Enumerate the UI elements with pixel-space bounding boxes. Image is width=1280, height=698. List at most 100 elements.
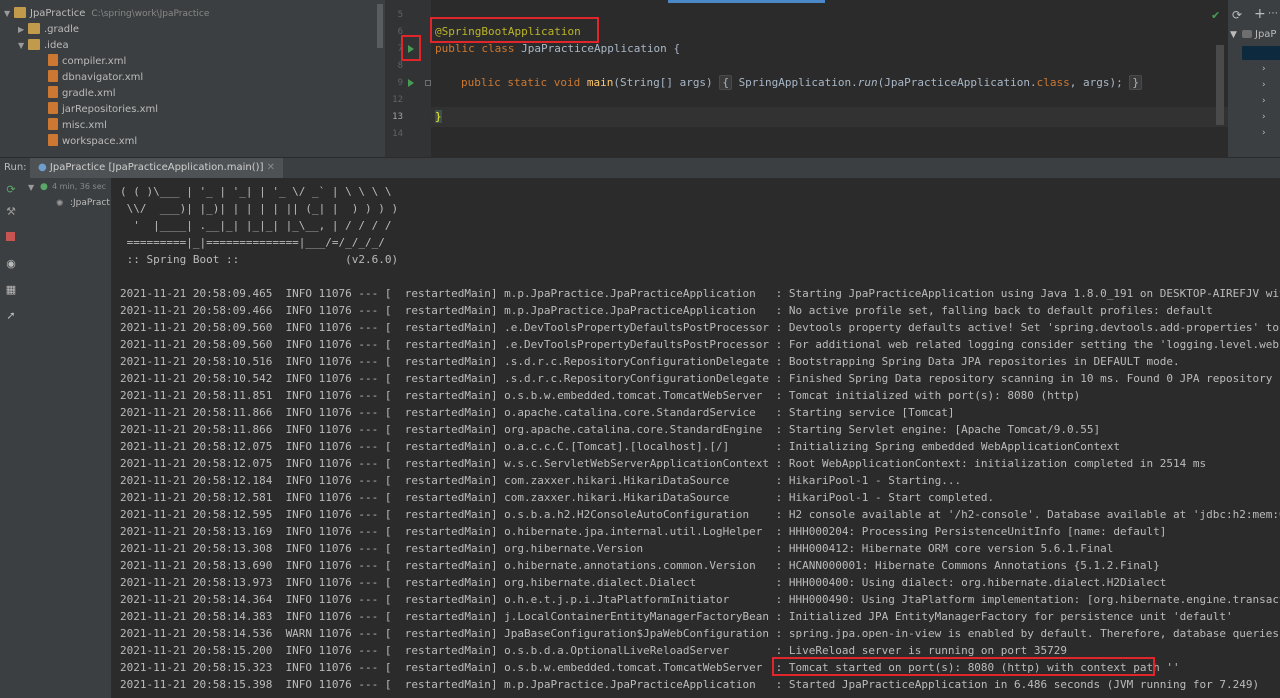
log-line: 2021-11-21 20:58:14.383 INFO 11076 --- [… — [120, 610, 1233, 623]
line-number: 8 — [397, 61, 403, 71]
log-line: 2021-11-21 20:58:12.075 INFO 11076 --- [… — [120, 457, 1207, 470]
line-number: 13 — [392, 112, 403, 122]
editor-scrollbar[interactable] — [1216, 45, 1224, 125]
call-text: (JpaPracticeApplication. — [877, 76, 1037, 89]
code-line: public static void main(String[] args) {… — [461, 75, 1142, 90]
xml-file-icon — [48, 118, 58, 130]
run-tree-item[interactable]: :JpaPract — [70, 198, 110, 208]
refresh-icon[interactable]: ⟳ — [1232, 8, 1242, 22]
tree-item-label: dbnavigator.xml — [62, 72, 144, 83]
code-editor[interactable]: 5 6 7 8 9 12 13 14 @SpringBootApplicatio… — [385, 0, 1228, 157]
line-number: 9 — [397, 78, 403, 88]
right-panel-label: JpaP — [1255, 29, 1277, 40]
run-tree: ▼ ● 4 min, 36 sec ✺ :JpaPract — [22, 178, 111, 698]
gradle-icon — [1242, 30, 1252, 38]
tree-item-label: workspace.xml — [62, 136, 138, 147]
layout-icon[interactable]: ▦ — [5, 284, 17, 296]
run-tab-title: JpaPractice [JpaPracticeApplication.main… — [49, 162, 264, 173]
tree-item-label: .idea — [44, 40, 69, 51]
wrench-icon[interactable]: ⚒ — [5, 206, 17, 218]
call-text: SpringApplication. — [738, 76, 858, 89]
run-main-icon[interactable] — [408, 79, 414, 87]
line-number: 12 — [392, 95, 403, 105]
spring-icon: ● — [38, 162, 47, 173]
log-line: 2021-11-21 20:58:13.973 INFO 11076 --- [… — [120, 576, 1167, 589]
tree-item[interactable]: compiler.xml — [48, 54, 126, 70]
tree-item[interactable]: dbnavigator.xml — [48, 70, 143, 86]
method-name: main — [586, 76, 614, 89]
more-icon[interactable]: ⋯ — [1268, 8, 1278, 19]
log-line: 2021-11-21 20:58:12.581 INFO 11076 --- [… — [120, 491, 995, 504]
chevron-down-icon[interactable]: ▼ — [18, 38, 28, 54]
chevron-right-icon[interactable]: › — [1262, 80, 1266, 90]
log-line: 2021-11-21 20:58:12.184 INFO 11076 --- [… — [120, 474, 962, 487]
call-method: run — [857, 76, 878, 89]
tree-item-label: misc.xml — [62, 120, 107, 131]
run-tab[interactable]: ● JpaPractice [JpaPracticeApplication.ma… — [30, 158, 284, 179]
chevron-right-icon[interactable]: › — [1262, 64, 1266, 74]
run-label: Run: — [4, 162, 27, 173]
chevron-down-icon[interactable]: ▼ — [4, 6, 14, 22]
log-line: 2021-11-21 20:58:15.398 INFO 11076 --- [… — [120, 678, 1260, 691]
keyword: class — [1036, 76, 1070, 89]
chevron-right-icon[interactable]: ▶ — [18, 22, 28, 38]
log-line: 2021-11-21 20:58:13.169 INFO 11076 --- [… — [120, 525, 1167, 538]
log-line: 2021-11-21 20:58:09.560 INFO 11076 --- [… — [120, 338, 1280, 351]
eye-icon[interactable]: ◉ — [5, 258, 17, 270]
run-tool-strip: ⟳ ⚒ ◉ ▦ ➚ — [0, 178, 22, 698]
log-line: 2021-11-21 20:58:14.536 WARN 11076 --- [… — [120, 627, 1280, 640]
project-tree-panel: ▼ JpaPractice C:\spring\work\JpaPractice ▶… — [0, 0, 385, 157]
log-line: 2021-11-21 20:58:11.866 INFO 11076 --- [… — [120, 406, 955, 419]
run-duration: 4 min, 36 sec — [52, 182, 107, 191]
active-tab-indicator — [668, 0, 825, 3]
status-icon: ● — [40, 182, 48, 192]
log-line: 2021-11-21 20:58:11.851 INFO 11076 --- [… — [120, 389, 1081, 402]
tree-item[interactable]: workspace.xml — [48, 134, 137, 150]
pin-icon[interactable]: ➚ — [5, 310, 17, 322]
tree-item[interactable]: gradle.xml — [48, 86, 115, 102]
selected-row[interactable] — [1242, 46, 1280, 60]
keyword: public class — [435, 42, 515, 55]
log-line: 2021-11-21 20:58:09.465 INFO 11076 --- [… — [120, 287, 1280, 300]
editor-gutter: 5 6 7 8 9 12 13 14 — [385, 0, 431, 157]
fold-icon[interactable] — [425, 80, 431, 86]
chevron-right-icon[interactable]: › — [1262, 112, 1266, 122]
tree-item[interactable]: ▼ .idea — [18, 38, 69, 54]
banner-line: ' |____| .__|_| |_|_| |_\__, | / / / / — [120, 219, 392, 232]
brace: } — [435, 110, 442, 123]
chevron-down-icon[interactable]: ▼ — [28, 183, 34, 192]
chevron-right-icon[interactable]: › — [1262, 96, 1266, 106]
xml-file-icon — [48, 134, 58, 146]
code-line: public class JpaPracticeApplication { — [435, 42, 680, 55]
xml-file-icon — [48, 102, 58, 114]
folded-brace[interactable]: } — [1129, 75, 1142, 90]
class-name: JpaPracticeApplication — [521, 42, 667, 55]
console-output[interactable]: ( ( )\___ | '_ | '_| | '_ \/ _` | \ \ \ … — [111, 178, 1280, 698]
close-icon[interactable]: ✕ — [267, 162, 275, 173]
chevron-right-icon[interactable]: › — [1262, 128, 1266, 138]
tree-root-label: JpaPractice — [30, 8, 86, 19]
tree-item[interactable]: jarRepositories.xml — [48, 102, 158, 118]
spinner-icon: ✺ — [56, 199, 64, 209]
banner-line: \\/ ___)| |_)| | | | | || (_| | ) ) ) ) — [120, 202, 399, 215]
log-line: 2021-11-21 20:58:10.516 INFO 11076 --- [… — [120, 355, 1180, 368]
log-line: 2021-11-21 20:58:13.308 INFO 11076 --- [… — [120, 542, 1114, 555]
add-icon[interactable]: + — [1254, 6, 1266, 22]
tree-scrollbar[interactable] — [377, 4, 383, 48]
folded-brace[interactable]: { — [719, 75, 732, 90]
rerun-icon[interactable]: ⟳ — [5, 184, 17, 196]
tree-item[interactable]: misc.xml — [48, 118, 107, 134]
params: (String[] args) — [613, 76, 713, 89]
banner-line: =========|_|==============|___/=/_/_/_/ — [120, 236, 385, 249]
log-line: 2021-11-21 20:58:12.075 INFO 11076 --- [… — [120, 440, 1121, 453]
tree-root[interactable]: ▼ JpaPractice C:\spring\work\JpaPractice — [4, 6, 209, 22]
banner-line: ( ( )\___ | '_ | '_| | '_ \/ _` | \ \ \ … — [120, 185, 392, 198]
tree-item[interactable]: ▶ .gradle — [18, 22, 79, 38]
stop-icon[interactable] — [6, 232, 15, 241]
chevron-down-icon[interactable]: ▼ — [1230, 30, 1237, 40]
tree-item-label: jarRepositories.xml — [62, 104, 159, 115]
brace: { — [673, 42, 681, 55]
xml-file-icon — [48, 86, 58, 98]
keyword: public static void — [461, 76, 581, 89]
run-icon-highlight-box — [401, 35, 421, 61]
